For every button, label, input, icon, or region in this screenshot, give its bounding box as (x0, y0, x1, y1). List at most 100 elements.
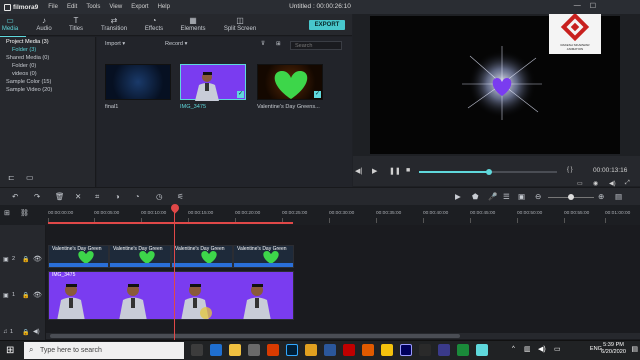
zoom-out-icon[interactable]: ⊖ (535, 192, 541, 201)
sidebar-item-project-folder[interactable]: Folder (3) (12, 47, 36, 53)
sidebar-item-videos[interactable]: videos (0) (12, 71, 37, 77)
mic-icon[interactable]: 🎤 (488, 192, 497, 201)
tab-audio[interactable]: ♪ Audio (26, 16, 62, 32)
taskbar-search-input[interactable]: Type here to search (24, 342, 184, 359)
office-icon[interactable] (267, 344, 279, 356)
store-icon[interactable] (248, 344, 260, 356)
preview-scrubber-handle[interactable] (486, 168, 492, 175)
tab-split-screen[interactable]: ◫ Split Screen (218, 16, 262, 32)
app-icon[interactable] (457, 344, 469, 356)
media-thumb-img-3475[interactable]: ✓ (180, 64, 246, 101)
network-icon[interactable]: ▥ (524, 345, 531, 353)
play-icon[interactable]: ▶ (372, 167, 377, 175)
pause-icon[interactable]: ❚❚ (389, 167, 401, 175)
speed-icon[interactable]: ◔ (135, 192, 140, 201)
eye-icon[interactable]: 👁 (33, 255, 42, 263)
filter-icon[interactable]: ⊽ (261, 41, 265, 47)
add-track-icon[interactable]: ⊞ (4, 209, 10, 217)
display-icon[interactable]: ▭ (577, 180, 583, 187)
stop-icon[interactable]: ■ (406, 167, 410, 174)
edge-icon[interactable] (210, 344, 222, 356)
media-thumb-final1[interactable] (105, 64, 171, 100)
previous-frame-icon[interactable]: ◀| (355, 167, 362, 175)
export-button[interactable]: EXPORT (309, 20, 345, 30)
timeline-clip-valentines[interactable]: Valentine's Day Green (233, 245, 294, 268)
color-icon[interactable]: ◑ (115, 192, 120, 201)
taskbar-clock[interactable]: 5:39 PM 6/20/2020 (601, 342, 626, 356)
delete-icon[interactable]: 🗑 (55, 192, 65, 201)
task-view-icon[interactable] (191, 344, 203, 356)
photoshop-icon[interactable] (286, 344, 298, 356)
notification-icon[interactable]: ▤ (631, 345, 638, 353)
tray-chevron-icon[interactable]: ^ (512, 346, 515, 352)
video-track-2-icon: ▣ (3, 257, 9, 263)
filmora-taskbar-icon[interactable] (476, 344, 488, 356)
sidebar-item-sample-video[interactable]: Sample Video (20) (6, 87, 52, 93)
sidebar-item-sample-color[interactable]: Sample Color (15) (6, 79, 51, 85)
maximize-icon[interactable]: ☐ (590, 2, 596, 10)
timeline-scrollbar[interactable] (46, 333, 640, 339)
cut-icon[interactable]: ✕ (75, 192, 81, 201)
tab-effects[interactable]: ◔ Effects (136, 16, 172, 32)
tab-transition[interactable]: ⇄ Transition (96, 16, 132, 32)
chrome-icon[interactable] (381, 344, 393, 356)
eye-icon[interactable]: 👁 (33, 291, 42, 299)
track-1-number: 1 (12, 292, 16, 298)
search-input[interactable]: Search (290, 41, 342, 50)
tab-elements[interactable]: ▦ Elements (175, 16, 211, 32)
tab-media[interactable]: ▭ Media (0, 16, 28, 38)
mark-in-out[interactable]: { } (567, 167, 573, 173)
media-thumb-valentines[interactable]: ✓ (257, 64, 323, 100)
fullscreen-icon[interactable]: ⤢ (625, 180, 630, 187)
timeline-scroll-thumb[interactable] (50, 334, 460, 338)
file-explorer-icon[interactable] (229, 344, 241, 356)
word-icon[interactable] (324, 344, 336, 356)
sidebar-item-shared-folder[interactable]: Folder (0) (12, 63, 36, 69)
import-button[interactable]: Import ▾ (105, 41, 125, 47)
audio-adjust-icon[interactable]: ⚟ (177, 192, 184, 201)
lock-icon[interactable]: 🔒 (22, 329, 29, 336)
clip-bar (172, 263, 232, 267)
snapshot-icon[interactable]: ◉ (593, 180, 598, 187)
fit-timeline-icon[interactable]: ▤ (615, 192, 622, 201)
playhead-line[interactable] (174, 206, 175, 340)
new-folder-icon[interactable]: ⊏ (8, 173, 15, 182)
crop-icon[interactable]: ⌗ (95, 192, 99, 202)
timeline-clip-valentines[interactable]: Valentine's Day Green (171, 245, 233, 268)
windows-start-icon[interactable]: ⊞ (6, 345, 14, 356)
marker-icon[interactable]: ⬟ (472, 192, 479, 201)
redo-icon[interactable]: ↷ (34, 192, 40, 201)
tab-titles[interactable]: T Titles (58, 16, 94, 32)
folder-icon[interactable]: ▭ (26, 173, 34, 182)
timeline-clip-valentines[interactable]: Valentine's Day Green (48, 245, 109, 268)
zoom-slider-handle[interactable] (568, 194, 574, 200)
app-icon[interactable] (362, 344, 374, 356)
undo-icon[interactable]: ↶ (12, 192, 18, 201)
audio-track-icon: ♫ (3, 329, 8, 335)
speaker-icon[interactable]: ◀) (33, 328, 40, 335)
app-icon[interactable] (305, 344, 317, 356)
timeline-clip-valentines[interactable]: Valentine's Day Green (109, 245, 171, 268)
render-icon[interactable]: ▶ (455, 192, 461, 201)
mixer-icon[interactable]: ☰ (503, 192, 510, 201)
after-effects-icon[interactable] (438, 344, 450, 356)
lock-icon[interactable]: 🔒 (22, 256, 29, 263)
timeline-clip-img-3475[interactable]: IMG_3475 (48, 271, 294, 320)
lock-icon[interactable]: 🔒 (22, 292, 29, 299)
link-icon[interactable]: ⛓ (20, 209, 29, 217)
volume-tray-icon[interactable]: ◀) (538, 345, 546, 353)
volume-icon[interactable]: ◀) (609, 180, 616, 187)
minimize-icon[interactable]: — (574, 2, 581, 10)
app-icon[interactable] (419, 344, 431, 356)
premiere-icon[interactable] (400, 344, 412, 356)
sidebar-item-shared-media[interactable]: Shared Media (0) (6, 55, 49, 61)
record-button[interactable]: Record ▾ (165, 41, 187, 47)
duration-icon[interactable]: ◷ (156, 192, 163, 201)
sidebar-item-project-media[interactable]: Project Media (3) (6, 39, 49, 45)
media-library-sidebar: Project Media (3) Folder (3) Shared Medi… (0, 37, 96, 187)
grid-view-icon[interactable]: ⊞ (276, 41, 281, 47)
snap-icon[interactable]: ▣ (518, 192, 525, 201)
zoom-in-icon[interactable]: ⊕ (598, 192, 604, 201)
acrobat-icon[interactable] (343, 344, 355, 356)
battery-icon[interactable]: ▭ (554, 345, 561, 353)
